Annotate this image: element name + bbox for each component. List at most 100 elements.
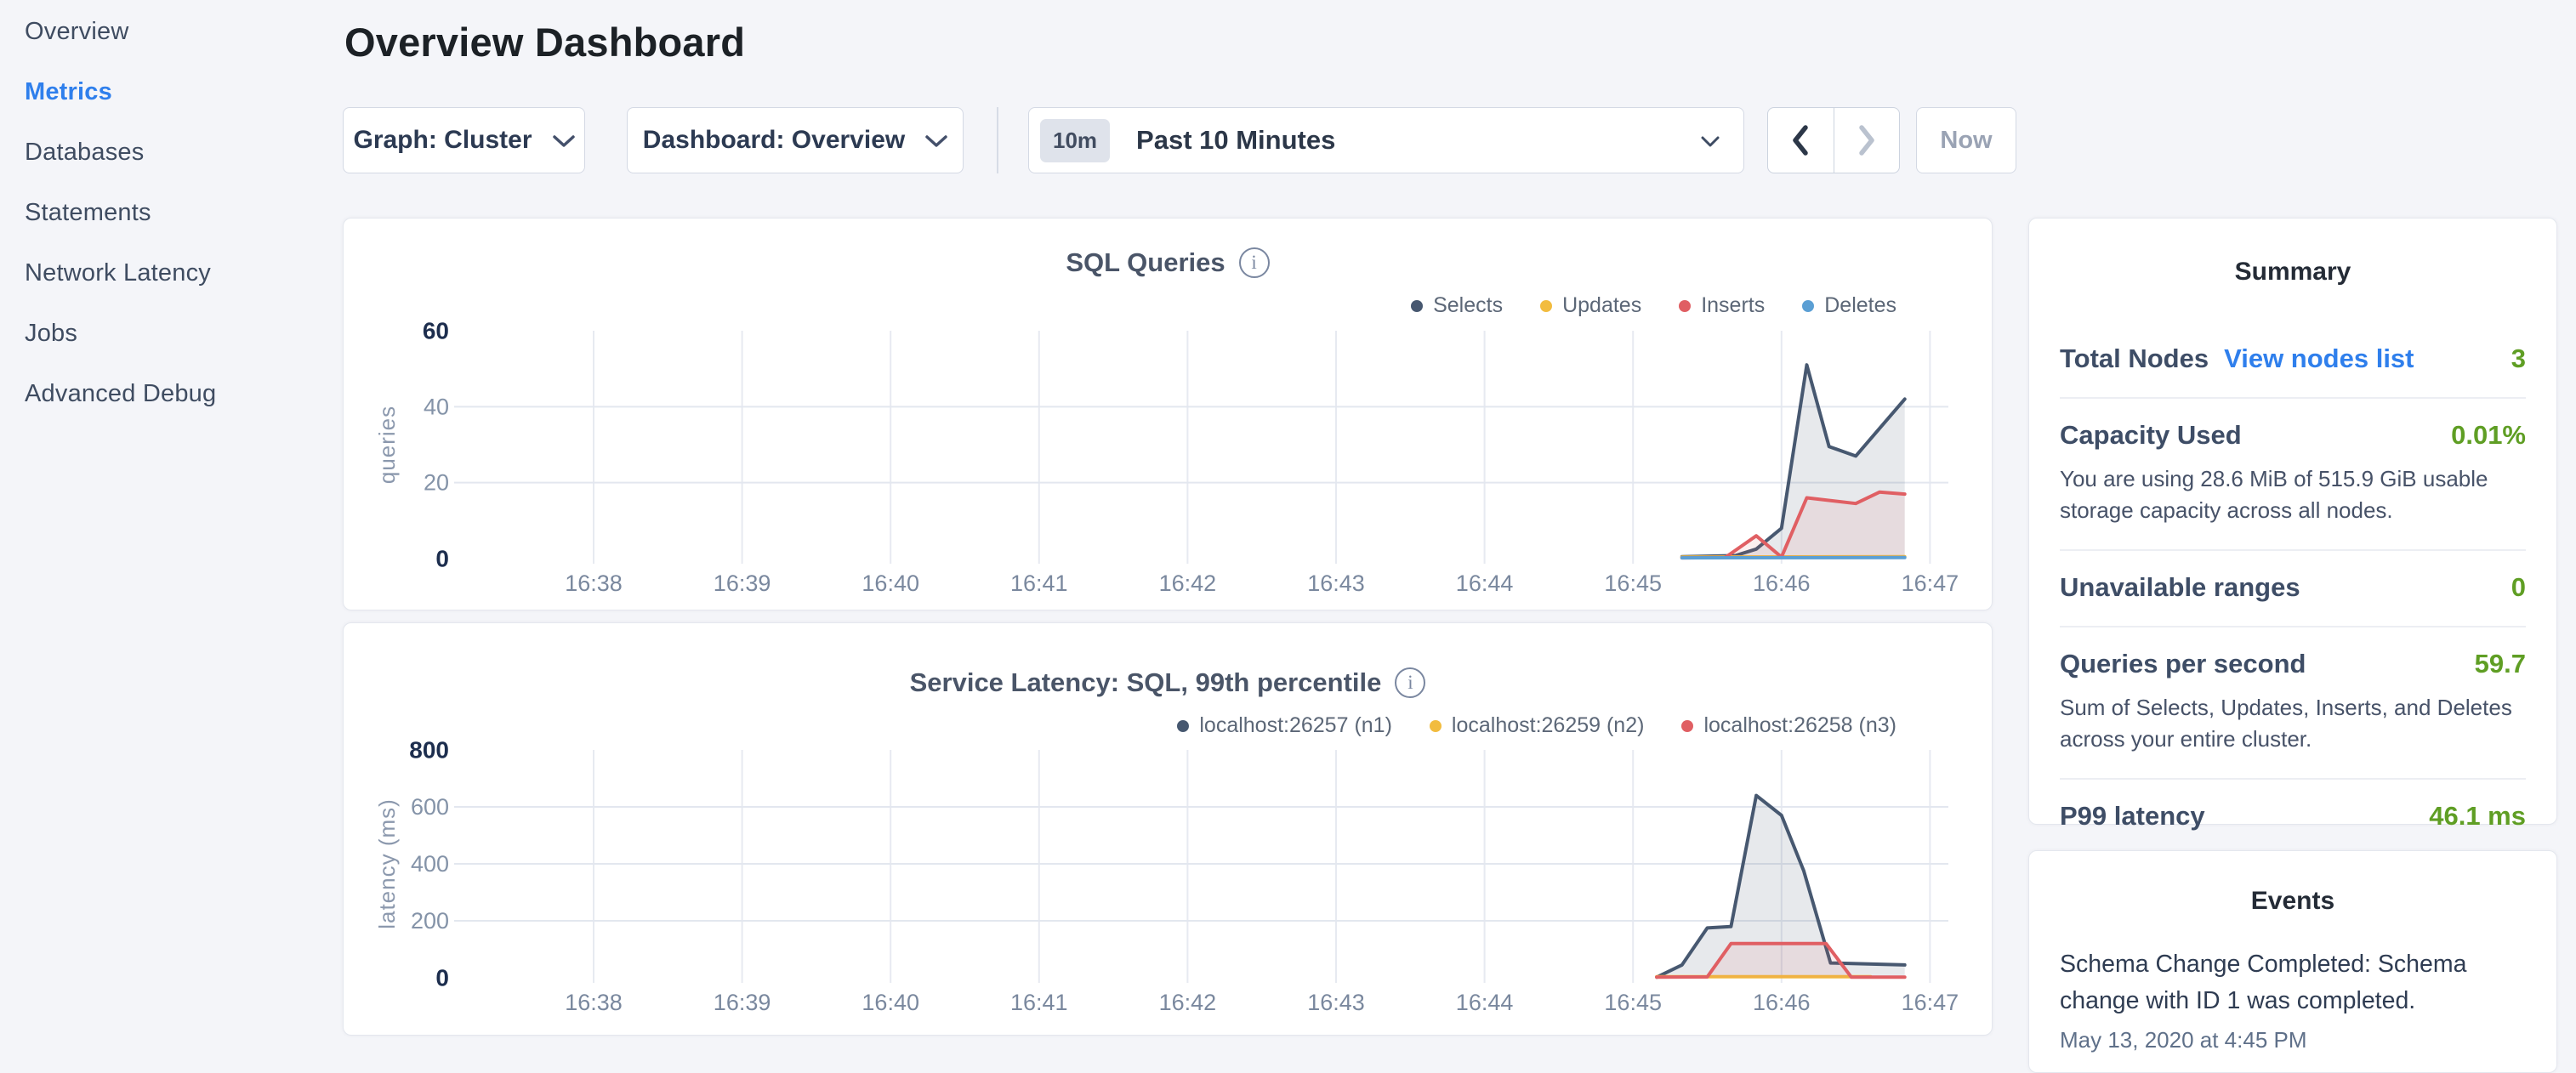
service-latency-chart-card: Service Latency: SQL, 99th percentile i … bbox=[343, 622, 1993, 1036]
time-range-label: Past 10 Minutes bbox=[1136, 125, 1701, 156]
svg-text:16:46: 16:46 bbox=[1753, 571, 1811, 596]
toolbar-divider bbox=[997, 107, 998, 173]
dashboard-selector-label: Dashboard: Overview bbox=[643, 126, 905, 155]
svg-text:16:45: 16:45 bbox=[1604, 571, 1662, 596]
svg-text:600: 600 bbox=[411, 794, 449, 820]
chart-legend: localhost:26257 (n1) localhost:26259 (n2)… bbox=[1177, 713, 1896, 738]
chevron-down-icon bbox=[925, 135, 947, 149]
summary-row: Queries per second59.7Sum of Selects, Up… bbox=[2060, 627, 2526, 780]
svg-text:16:42: 16:42 bbox=[1159, 990, 1217, 1015]
now-button-label: Now bbox=[1940, 127, 1992, 155]
svg-text:16:38: 16:38 bbox=[565, 990, 623, 1015]
time-pager bbox=[1767, 107, 1900, 173]
sidebar-item-jobs[interactable]: Jobs bbox=[0, 304, 343, 364]
sidebar-item-statements[interactable]: Statements bbox=[0, 183, 343, 243]
svg-text:0: 0 bbox=[435, 965, 449, 991]
legend-dot-icon bbox=[1411, 300, 1423, 312]
legend-label: Deletes bbox=[1824, 293, 1896, 318]
legend-label: Inserts bbox=[1701, 293, 1765, 318]
legend-item[interactable]: Inserts bbox=[1679, 293, 1765, 318]
graph-selector-label: Graph: Cluster bbox=[353, 126, 532, 155]
svg-text:queries: queries bbox=[374, 406, 400, 484]
summary-title: Summary bbox=[2060, 258, 2526, 287]
chevron-left-icon bbox=[1790, 124, 1811, 156]
svg-text:16:41: 16:41 bbox=[1010, 571, 1068, 596]
time-prev-button[interactable] bbox=[1768, 108, 1834, 173]
sidebar: OverviewMetricsDatabasesStatementsNetwor… bbox=[0, 0, 343, 1051]
svg-text:0: 0 bbox=[435, 546, 449, 572]
summary-row-note: You are using 28.6 MiB of 515.9 GiB usab… bbox=[2060, 463, 2526, 526]
legend-dot-icon bbox=[1679, 300, 1691, 312]
summary-row-label: Unavailable ranges bbox=[2060, 572, 2300, 603]
summary-row-label: Capacity Used bbox=[2060, 420, 2242, 451]
legend-item[interactable]: localhost:26259 (n2) bbox=[1430, 713, 1645, 738]
legend-label: localhost:26257 (n1) bbox=[1199, 713, 1392, 738]
legend-item[interactable]: localhost:26257 (n1) bbox=[1177, 713, 1392, 738]
time-range-picker[interactable]: 10m Past 10 Minutes bbox=[1028, 107, 1744, 173]
sql-queries-chart: 16:3816:3916:4016:4116:4216:4316:4416:45… bbox=[375, 318, 1991, 603]
graph-selector-dropdown[interactable]: Graph: Cluster bbox=[343, 107, 585, 173]
now-button[interactable]: Now bbox=[1916, 107, 2016, 173]
sidebar-item-metrics[interactable]: Metrics bbox=[0, 62, 343, 122]
info-icon[interactable]: i bbox=[1239, 247, 1270, 278]
sidebar-item-overview[interactable]: Overview bbox=[0, 2, 343, 62]
svg-text:400: 400 bbox=[411, 851, 449, 877]
summary-row-note: Sum of Selects, Updates, Inserts, and De… bbox=[2060, 692, 2526, 755]
svg-text:16:42: 16:42 bbox=[1159, 571, 1217, 596]
summary-row: Capacity Used 0.01% You are using 28.6 MiB… bbox=[2060, 399, 2526, 551]
summary-row-label: Total Nodes bbox=[2060, 343, 2209, 374]
legend-item[interactable]: Deletes bbox=[1802, 293, 1896, 318]
svg-text:40: 40 bbox=[424, 394, 449, 419]
svg-text:200: 200 bbox=[411, 908, 449, 934]
sidebar-item-advanced-debug[interactable]: Advanced Debug bbox=[0, 364, 343, 424]
svg-text:16:39: 16:39 bbox=[714, 571, 771, 596]
sidebar-item-databases[interactable]: Databases bbox=[0, 122, 343, 183]
service-latency-chart: 16:3816:3916:4016:4116:4216:4316:4416:45… bbox=[375, 737, 1991, 1022]
summary-row-value: 3 bbox=[2511, 343, 2526, 374]
legend-label: localhost:26259 (n2) bbox=[1452, 713, 1645, 738]
summary-row: Total Nodes View nodes list 3 bbox=[2060, 322, 2526, 399]
info-icon[interactable]: i bbox=[1395, 667, 1425, 698]
svg-text:16:45: 16:45 bbox=[1604, 990, 1662, 1015]
legend-dot-icon bbox=[1681, 720, 1693, 732]
page-title: Overview Dashboard bbox=[344, 19, 745, 65]
events-title: Events bbox=[2060, 887, 2526, 916]
legend-item[interactable]: Selects bbox=[1411, 293, 1503, 318]
legend-dot-icon bbox=[1802, 300, 1814, 312]
view-nodes-list-link[interactable]: View nodes list bbox=[2224, 343, 2414, 374]
svg-text:20: 20 bbox=[424, 470, 449, 496]
svg-text:16:38: 16:38 bbox=[565, 571, 623, 596]
main-content: Overview Dashboard Graph: Cluster Dashbo… bbox=[343, 0, 1993, 1051]
summary-row-value: 59.7 bbox=[2475, 649, 2526, 679]
legend-dot-icon bbox=[1540, 300, 1552, 312]
summary-row-value: 0 bbox=[2511, 572, 2526, 603]
svg-text:16:43: 16:43 bbox=[1307, 990, 1365, 1015]
svg-text:16:40: 16:40 bbox=[862, 571, 919, 596]
legend-label: Selects bbox=[1433, 293, 1503, 318]
legend-item[interactable]: Updates bbox=[1540, 293, 1641, 318]
toolbar: Graph: Cluster Dashboard: Overview 10m P… bbox=[343, 107, 2016, 173]
legend-label: Updates bbox=[1562, 293, 1641, 318]
svg-text:16:44: 16:44 bbox=[1456, 990, 1514, 1015]
time-next-button[interactable] bbox=[1834, 108, 1900, 173]
summary-row-value: 46.1 ms bbox=[2429, 801, 2526, 832]
event-timestamp: May 13, 2020 at 4:45 PM bbox=[2060, 1027, 2526, 1053]
svg-text:16:39: 16:39 bbox=[714, 990, 771, 1015]
chevron-right-icon bbox=[1857, 124, 1877, 156]
chevron-down-icon bbox=[1701, 136, 1720, 148]
chevron-down-icon bbox=[553, 135, 575, 149]
chart-title: Service Latency: SQL, 99th percentile bbox=[910, 667, 1382, 698]
summary-row: P99 latency46.1 ms bbox=[2060, 780, 2526, 854]
legend-item[interactable]: localhost:26258 (n3) bbox=[1681, 713, 1896, 738]
svg-text:16:44: 16:44 bbox=[1456, 571, 1514, 596]
summary-panel: Summary Total Nodes View nodes list 3 Capac… bbox=[2028, 218, 2557, 825]
svg-text:16:41: 16:41 bbox=[1010, 990, 1068, 1015]
summary-row-value: 0.01% bbox=[2451, 420, 2526, 451]
legend-dot-icon bbox=[1177, 720, 1189, 732]
legend-dot-icon bbox=[1430, 720, 1442, 732]
svg-text:16:47: 16:47 bbox=[1902, 990, 1959, 1015]
chart-title: SQL Queries bbox=[1066, 247, 1225, 278]
sidebar-item-network-latency[interactable]: Network Latency bbox=[0, 243, 343, 304]
dashboard-selector-dropdown[interactable]: Dashboard: Overview bbox=[627, 107, 964, 173]
svg-text:16:47: 16:47 bbox=[1902, 571, 1959, 596]
